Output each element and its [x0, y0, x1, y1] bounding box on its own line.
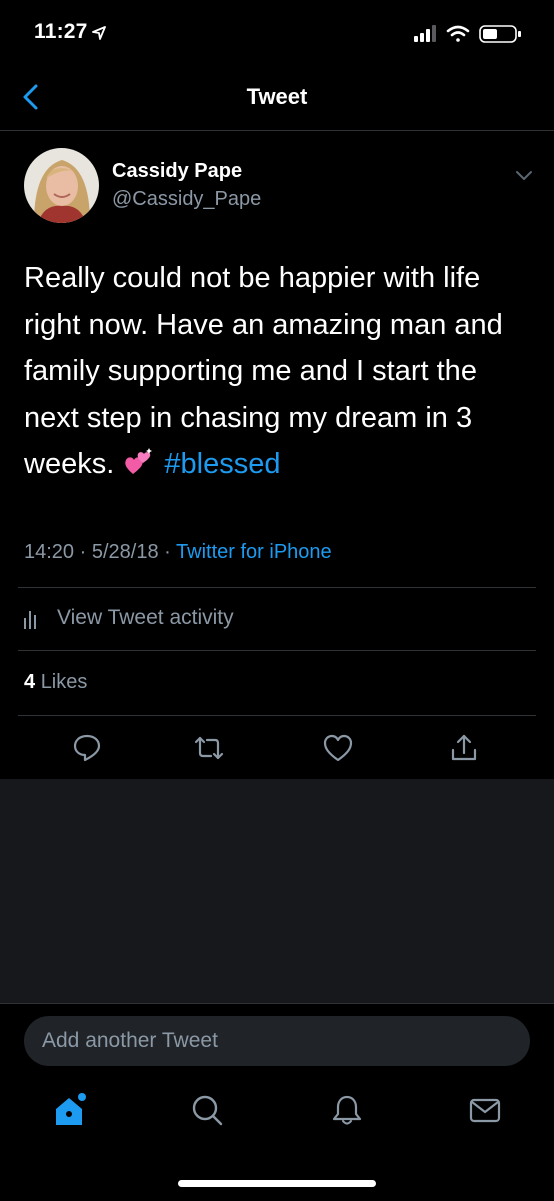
bar-chart-icon [24, 611, 36, 629]
wifi-icon [446, 25, 470, 42]
replies-area [0, 779, 554, 1004]
home-indicator[interactable] [178, 1180, 376, 1187]
more-options-button[interactable] [512, 163, 536, 187]
tweet-source-link[interactable]: Twitter for iPhone [176, 541, 332, 563]
likes-count: 4 [24, 671, 36, 693]
likes-label: Likes [40, 671, 88, 693]
meta-separator: · [79, 541, 87, 563]
location-arrow-icon [92, 26, 106, 40]
navigation-bar: Tweet [0, 66, 554, 131]
tweet-meta: 14:20 · 5/28/18 · Twitter for iPhone [24, 541, 332, 564]
tab-search[interactable] [189, 1092, 225, 1128]
retweet-icon [194, 736, 224, 760]
share-button[interactable] [448, 732, 480, 764]
reply-button[interactable] [71, 732, 103, 764]
bell-icon [332, 1095, 362, 1125]
meta-separator: · [164, 541, 171, 563]
tweet-detail: Cassidy Pape @Cassidy_Pape Really could … [0, 131, 554, 779]
tweet-text: Really could not be happier with life ri… [24, 255, 534, 488]
status-time: 11:27 [34, 20, 88, 43]
home-icon [56, 1093, 86, 1125]
avatar[interactable] [24, 148, 99, 223]
mail-icon [469, 1098, 501, 1123]
page-title: Tweet [246, 84, 308, 109]
hashtag-link[interactable]: #blessed [164, 448, 280, 480]
two-hearts-icon [125, 448, 153, 474]
battery-icon [479, 25, 521, 43]
divider [18, 650, 536, 651]
activity-label: View Tweet activity [57, 606, 234, 629]
search-icon [192, 1095, 223, 1126]
heart-icon [323, 734, 353, 762]
likes-button[interactable]: 4 Likes [24, 671, 87, 694]
tab-messages[interactable] [467, 1092, 503, 1128]
tab-home[interactable] [52, 1092, 88, 1128]
retweet-button[interactable] [193, 732, 225, 764]
tweet-date: 5/28/18 [91, 541, 159, 563]
author-name[interactable]: Cassidy Pape [112, 160, 242, 183]
tweet-actions [0, 716, 554, 778]
reply-icon [73, 734, 101, 762]
view-tweet-activity-button[interactable]: View Tweet activity [18, 588, 536, 650]
author-handle[interactable]: @Cassidy_Pape [112, 188, 261, 211]
signal-icon [414, 25, 436, 42]
tab-notifications[interactable] [329, 1092, 365, 1128]
status-icons [414, 25, 521, 43]
chevron-down-icon [516, 171, 532, 180]
like-button[interactable] [322, 732, 354, 764]
status-indicators [410, 22, 532, 44]
add-tweet-placeholder: Add another Tweet [42, 1029, 218, 1052]
add-tweet-input[interactable]: Add another Tweet [24, 1016, 530, 1066]
avatar-image [24, 148, 99, 223]
status-bar: 11:27 [0, 0, 554, 66]
share-icon [451, 734, 477, 761]
tweet-time: 14:20 [24, 541, 75, 563]
